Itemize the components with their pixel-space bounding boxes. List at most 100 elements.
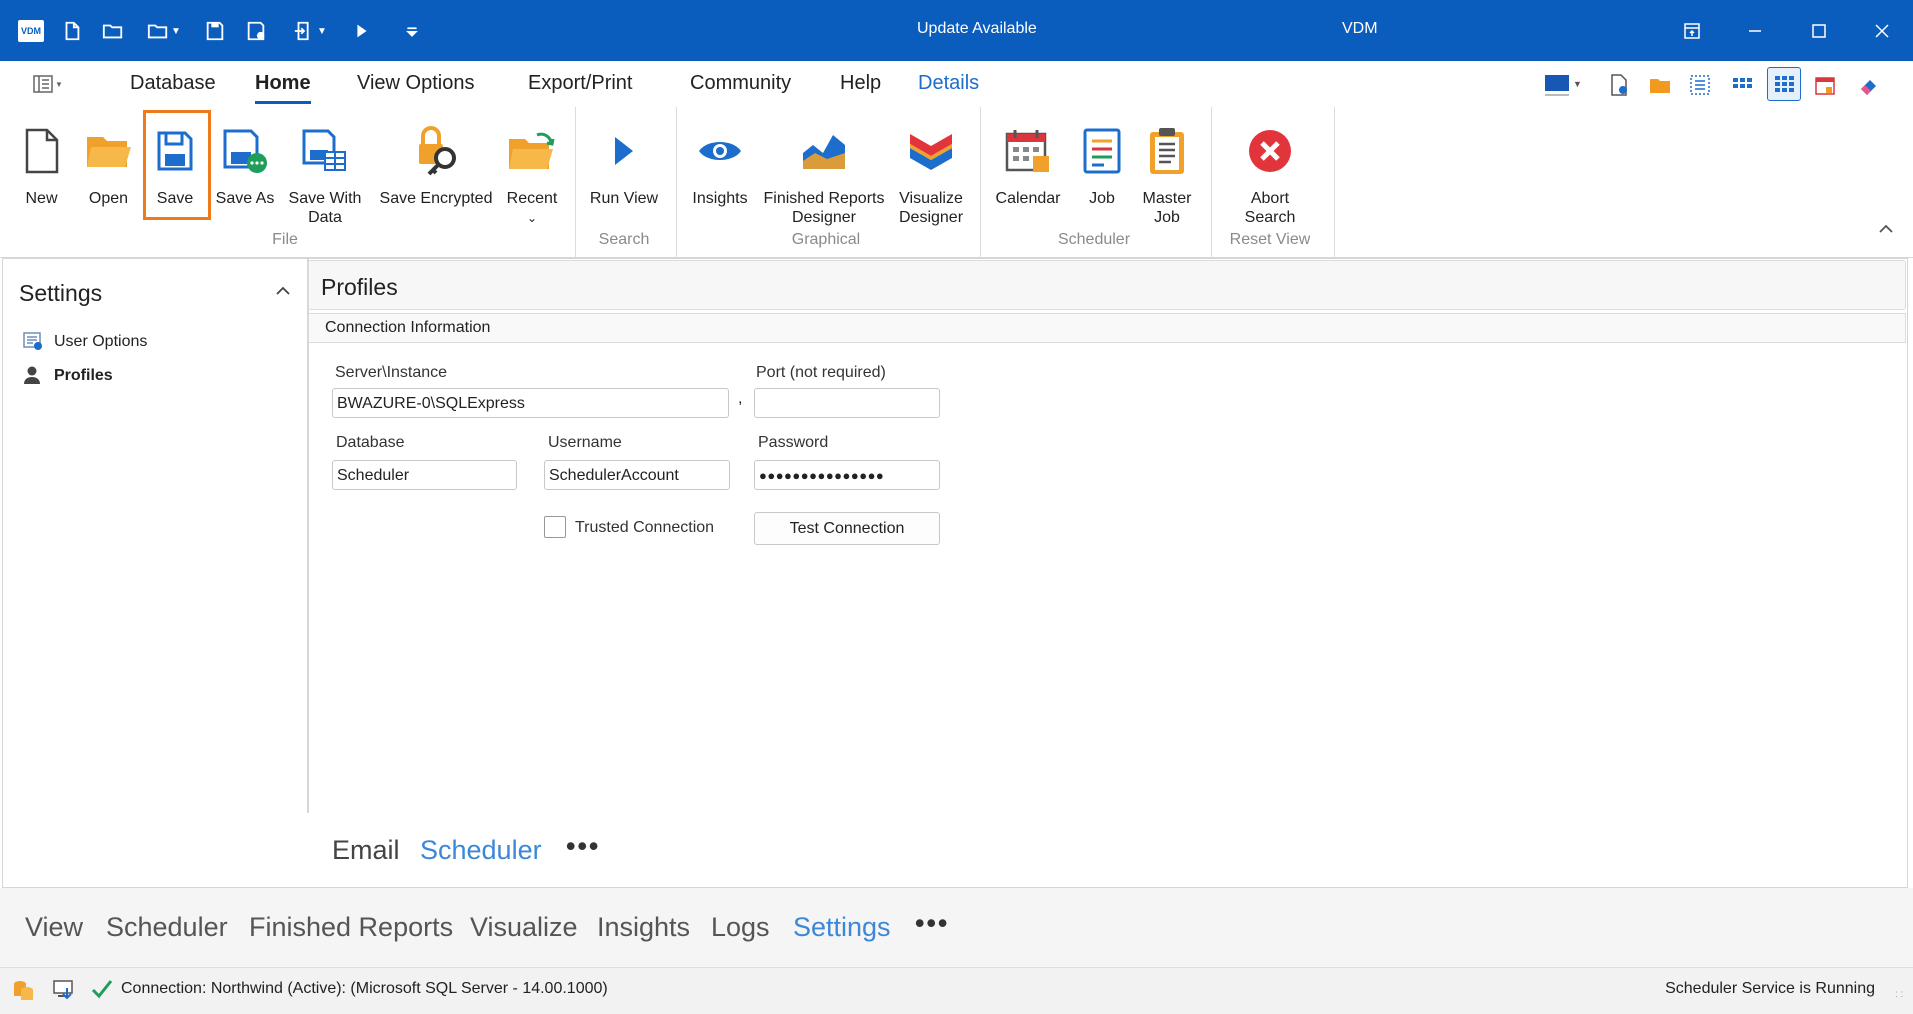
minimize-button[interactable] — [1733, 14, 1777, 48]
save-as-button[interactable]: Save As — [210, 107, 280, 232]
abort-search-label: Abort Search — [1244, 190, 1296, 226]
restore-layout-icon[interactable] — [1670, 14, 1714, 48]
run-view-button[interactable]: Run View — [584, 107, 664, 232]
inner-tabs-more[interactable]: ••• — [566, 831, 600, 862]
settings-item-profiles[interactable]: Profiles — [22, 364, 113, 388]
save-as-icon — [217, 121, 273, 181]
bottom-tab-logs[interactable]: Logs — [711, 912, 770, 943]
server-instance-input[interactable]: BWAZURE-0\SQLExpress — [332, 388, 729, 418]
tab-help[interactable]: Help — [840, 72, 881, 95]
bottom-tabs-more[interactable]: ••• — [915, 908, 949, 939]
database-input[interactable]: Scheduler — [332, 460, 517, 490]
calendar-button[interactable]: Calendar — [992, 107, 1064, 232]
eraser-icon[interactable] — [1857, 73, 1881, 97]
settings-item-user-options[interactable]: User Options — [22, 330, 147, 354]
recent-folder-icon[interactable]: ▼ — [142, 18, 186, 44]
maximize-button[interactable] — [1797, 14, 1841, 48]
recent-button[interactable]: Recent ⌄ — [502, 107, 562, 232]
collapse-ribbon-icon[interactable] — [1876, 219, 1900, 243]
save-with-data-button[interactable]: Save With Data — [284, 107, 366, 232]
app-logo: VDM — [18, 20, 44, 42]
password-input[interactable]: ●●●●●●●●●●●●●●● — [754, 460, 940, 490]
title-bar: VDM ▼ ▼ Update Available VDM — [0, 0, 1913, 61]
save-with-data-icon — [297, 121, 353, 181]
export-icon[interactable]: ▼ — [288, 18, 332, 44]
trusted-connection-label[interactable]: Trusted Connection — [575, 519, 714, 537]
list-view-icon[interactable] — [1688, 73, 1712, 97]
tile-view-icon[interactable] — [1767, 67, 1801, 101]
visualize-designer-label: Visualize Designer — [898, 190, 964, 226]
open-folder-icon[interactable] — [100, 18, 126, 44]
new-settings-file-icon[interactable] — [1607, 73, 1631, 97]
customize-toolbar-icon[interactable] — [400, 18, 424, 44]
new-document-icon — [14, 121, 70, 181]
bottom-tab-scheduler[interactable]: Scheduler — [106, 912, 228, 943]
profiles-content: Profiles Connection Information Server\I… — [308, 258, 1908, 888]
insights-button[interactable]: Insights — [684, 107, 756, 232]
tab-details[interactable]: Details — [918, 72, 979, 95]
tab-export-print[interactable]: Export/Print — [528, 72, 632, 95]
inner-tab-email[interactable]: Email — [332, 835, 400, 866]
area-chart-icon — [796, 121, 852, 181]
port-input[interactable] — [754, 388, 940, 418]
recent-label: Recent ⌄ — [506, 190, 558, 225]
bottom-tab-insights[interactable]: Insights — [597, 912, 690, 943]
job-button[interactable]: Job — [1074, 107, 1130, 232]
job-document-icon — [1074, 121, 1130, 181]
save-disk-icon — [147, 121, 203, 181]
save-encrypted-button[interactable]: Save Encrypted — [374, 107, 498, 232]
profiles-header: Profiles — [308, 260, 1906, 310]
update-available-label[interactable]: Update Available — [917, 20, 1037, 38]
run-view-label: Run View — [589, 190, 659, 207]
trusted-connection-checkbox[interactable] — [544, 516, 566, 538]
password-label: Password — [758, 434, 829, 451]
port-label: Port (not required) — [756, 364, 886, 381]
new-file-icon[interactable] — [60, 18, 84, 44]
settings-title: Settings — [19, 280, 103, 306]
save-with-data-label: Save With Data — [288, 190, 362, 226]
calendar-icon — [1000, 121, 1056, 181]
save-label: Save — [156, 190, 194, 207]
master-job-button[interactable]: Master Job — [1137, 107, 1197, 232]
open-button[interactable]: Open — [80, 107, 137, 232]
group-file-label: File — [272, 231, 298, 248]
port-comma: , — [738, 390, 743, 407]
new-label: New — [25, 190, 58, 207]
grid-view-icon[interactable] — [1730, 73, 1754, 97]
database-status-icon[interactable] — [12, 978, 36, 1002]
inner-tab-scheduler[interactable]: Scheduler — [420, 835, 542, 866]
panel-toggle-icon[interactable]: ▼ — [33, 73, 67, 95]
theme-color-icon[interactable]: ▼ — [1545, 73, 1585, 95]
tab-home[interactable]: Home — [255, 72, 311, 104]
tab-community[interactable]: Community — [690, 72, 791, 95]
resize-grip-icon[interactable]: : : — [1895, 990, 1907, 1004]
save-button[interactable]: Save — [145, 107, 205, 232]
visualize-designer-button[interactable]: Visualize Designer — [893, 107, 969, 232]
bottom-tab-visualize[interactable]: Visualize — [470, 912, 578, 943]
server-label: Server\Instance — [335, 364, 448, 381]
menu-bar: ▼ Database Home View Options Export/Prin… — [0, 61, 1913, 107]
run-icon[interactable] — [350, 18, 374, 44]
close-button[interactable] — [1860, 14, 1904, 48]
finished-reports-designer-button[interactable]: Finished Reports Designer — [760, 107, 888, 232]
calendar-view-icon[interactable] — [1813, 73, 1837, 97]
tab-database[interactable]: Database — [130, 72, 216, 95]
username-input[interactable]: SchedulerAccount — [544, 460, 730, 490]
collapse-settings-icon[interactable] — [273, 281, 295, 303]
tab-view-options[interactable]: View Options — [357, 72, 474, 95]
server-download-icon[interactable] — [52, 978, 76, 1002]
eye-icon — [692, 121, 748, 181]
save-icon[interactable] — [203, 18, 227, 44]
bottom-tab-settings[interactable]: Settings — [793, 912, 891, 943]
test-connection-button[interactable]: Test Connection — [754, 512, 940, 545]
ribbon: New Open Save Save As Save With Data Save… — [0, 107, 1913, 258]
window-title: VDM — [1342, 20, 1378, 37]
save-as-icon[interactable] — [244, 18, 268, 44]
bottom-tab-finished-reports[interactable]: Finished Reports — [249, 912, 453, 943]
new-button[interactable]: New — [15, 107, 68, 232]
abort-search-button[interactable]: Abort Search — [1234, 107, 1306, 232]
ribbon-separator — [980, 107, 981, 257]
lock-key-icon — [408, 121, 464, 181]
folder-icon[interactable] — [1648, 73, 1672, 97]
bottom-tab-view[interactable]: View — [25, 912, 83, 943]
